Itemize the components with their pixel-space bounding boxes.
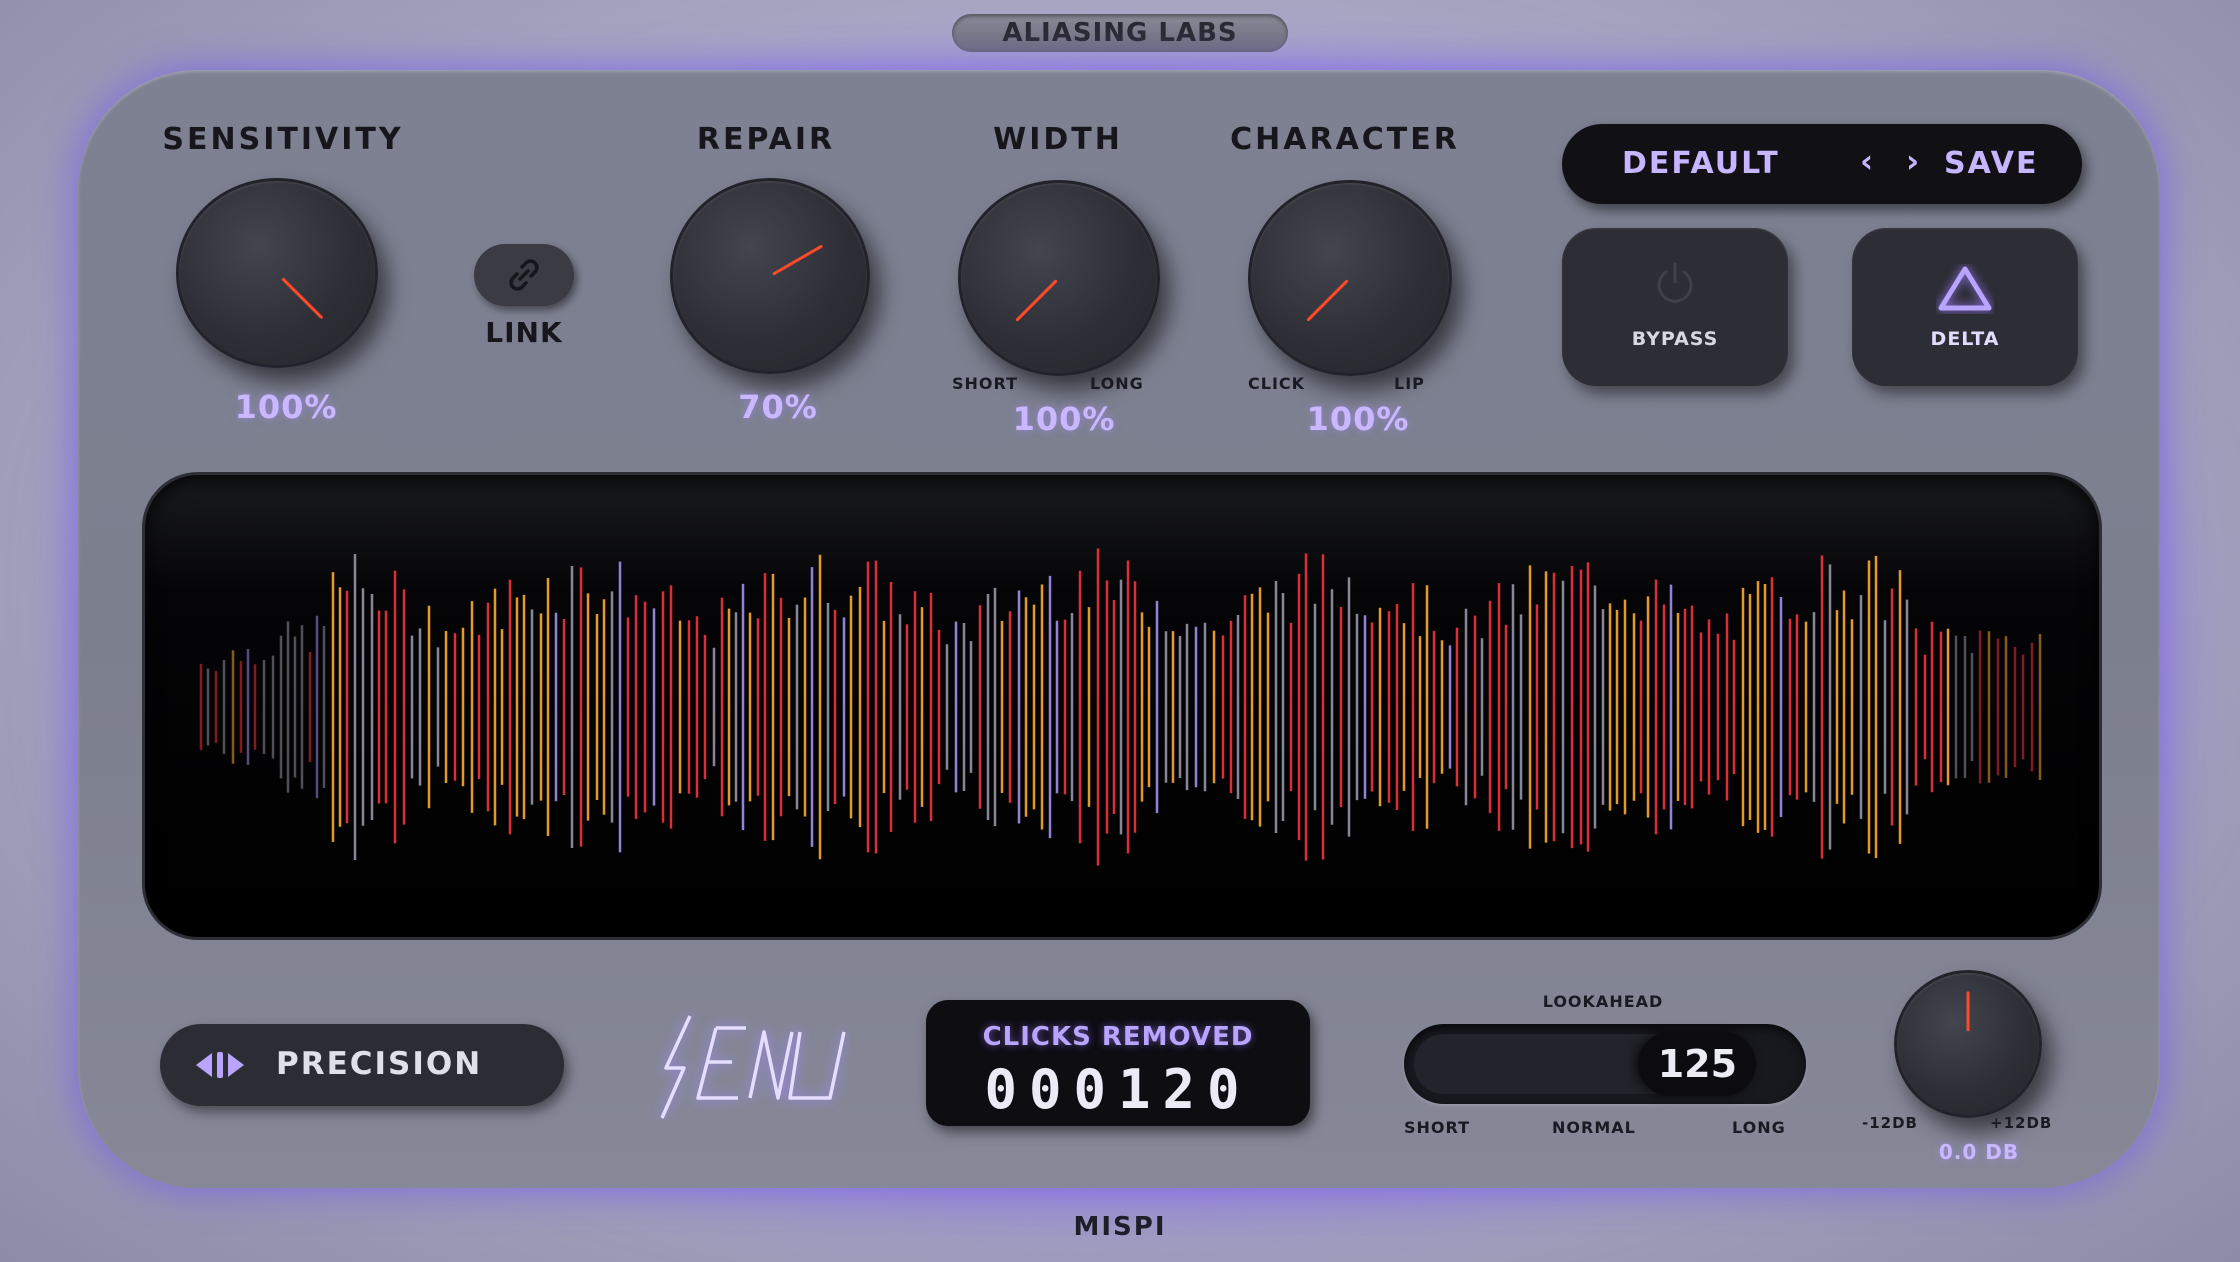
precision-button[interactable]: PRECISION: [160, 1024, 564, 1106]
triangle-icon: [1938, 266, 1992, 311]
character-title: CHARACTER: [1230, 122, 1460, 157]
link-label: LINK: [485, 316, 563, 349]
knob-needle-svg: [1015, 279, 1058, 322]
knob-needle: [1015, 279, 1058, 322]
knob-needle-svg: [772, 245, 823, 276]
lookahead-title: LOOKAHEAD: [1542, 992, 1664, 1011]
counter-value: 000120: [984, 1058, 1252, 1121]
width-title: WIDTH: [993, 122, 1123, 157]
preset-prev-button[interactable]: ‹: [1860, 142, 1873, 180]
repair-value: 70%: [738, 388, 818, 426]
power-icon: [1657, 262, 1693, 303]
link-button[interactable]: [474, 244, 574, 306]
lookahead-tick-short: SHORT: [1404, 1118, 1471, 1137]
width-value: 100%: [1012, 400, 1116, 438]
width-max-label: LONG: [1090, 374, 1144, 393]
sensitivity-knob[interactable]: [176, 178, 378, 368]
waveform-display: [142, 472, 2102, 940]
knob-needle: [772, 245, 823, 276]
delta-button[interactable]: DELTA: [1852, 228, 2078, 386]
knob-needle-svg: [1306, 279, 1349, 322]
precision-label: PRECISION: [276, 1046, 483, 1082]
save-button[interactable]: SAVE: [1944, 146, 2039, 181]
preset-bar: DEFAULT ‹ › SAVE: [1562, 124, 2082, 204]
repair-title: REPAIR: [696, 122, 836, 157]
knob-needle: [1306, 279, 1349, 322]
product-logo: [660, 1015, 846, 1119]
width-min-label: SHORT: [952, 374, 1019, 393]
knob-needle: [282, 278, 323, 319]
preset-name[interactable]: DEFAULT: [1622, 146, 1780, 181]
gain-min-label: -12DB: [1862, 1114, 1918, 1132]
brand-badge: ALIASING LABS: [952, 14, 1288, 52]
stereo-arrows-icon: [196, 1052, 244, 1078]
width-knob[interactable]: [958, 180, 1160, 376]
link-icon: [509, 259, 539, 291]
lookahead-tick-long: LONG: [1732, 1118, 1786, 1137]
character-max-label: LIP: [1394, 374, 1425, 393]
counter-title: CLICKS REMOVED: [982, 1022, 1254, 1052]
lookahead-thumb[interactable]: 125: [1638, 1032, 1757, 1096]
sensitivity-value: 100%: [234, 388, 338, 426]
repair-knob[interactable]: [670, 178, 870, 374]
character-min-label: CLICK: [1248, 374, 1306, 393]
delta-label: DELTA: [1930, 328, 2000, 350]
character-value: 100%: [1306, 400, 1410, 438]
lookahead-tick-normal: NORMAL: [1552, 1118, 1636, 1137]
gain-value: 0.0 DB: [1938, 1140, 2020, 1164]
waveform-svg: [199, 548, 2042, 866]
product-name: MISPI: [1073, 1212, 1167, 1242]
knob-needle-svg: [282, 278, 323, 319]
bypass-label: BYPASS: [1631, 328, 1719, 350]
bypass-button[interactable]: BYPASS: [1562, 228, 1788, 386]
lookahead-slider[interactable]: 125: [1404, 1024, 1806, 1104]
clicks-removed-counter: CLICKS REMOVED 000120: [926, 1000, 1310, 1126]
knob-needle-svg: [1966, 991, 1970, 1032]
character-knob[interactable]: [1248, 180, 1452, 376]
preset-next-button[interactable]: ›: [1906, 142, 1919, 180]
gain-max-label: +12DB: [1990, 1114, 2053, 1132]
output-gain-knob[interactable]: [1894, 970, 2042, 1118]
sensitivity-title: SENSITIVITY: [162, 122, 404, 157]
